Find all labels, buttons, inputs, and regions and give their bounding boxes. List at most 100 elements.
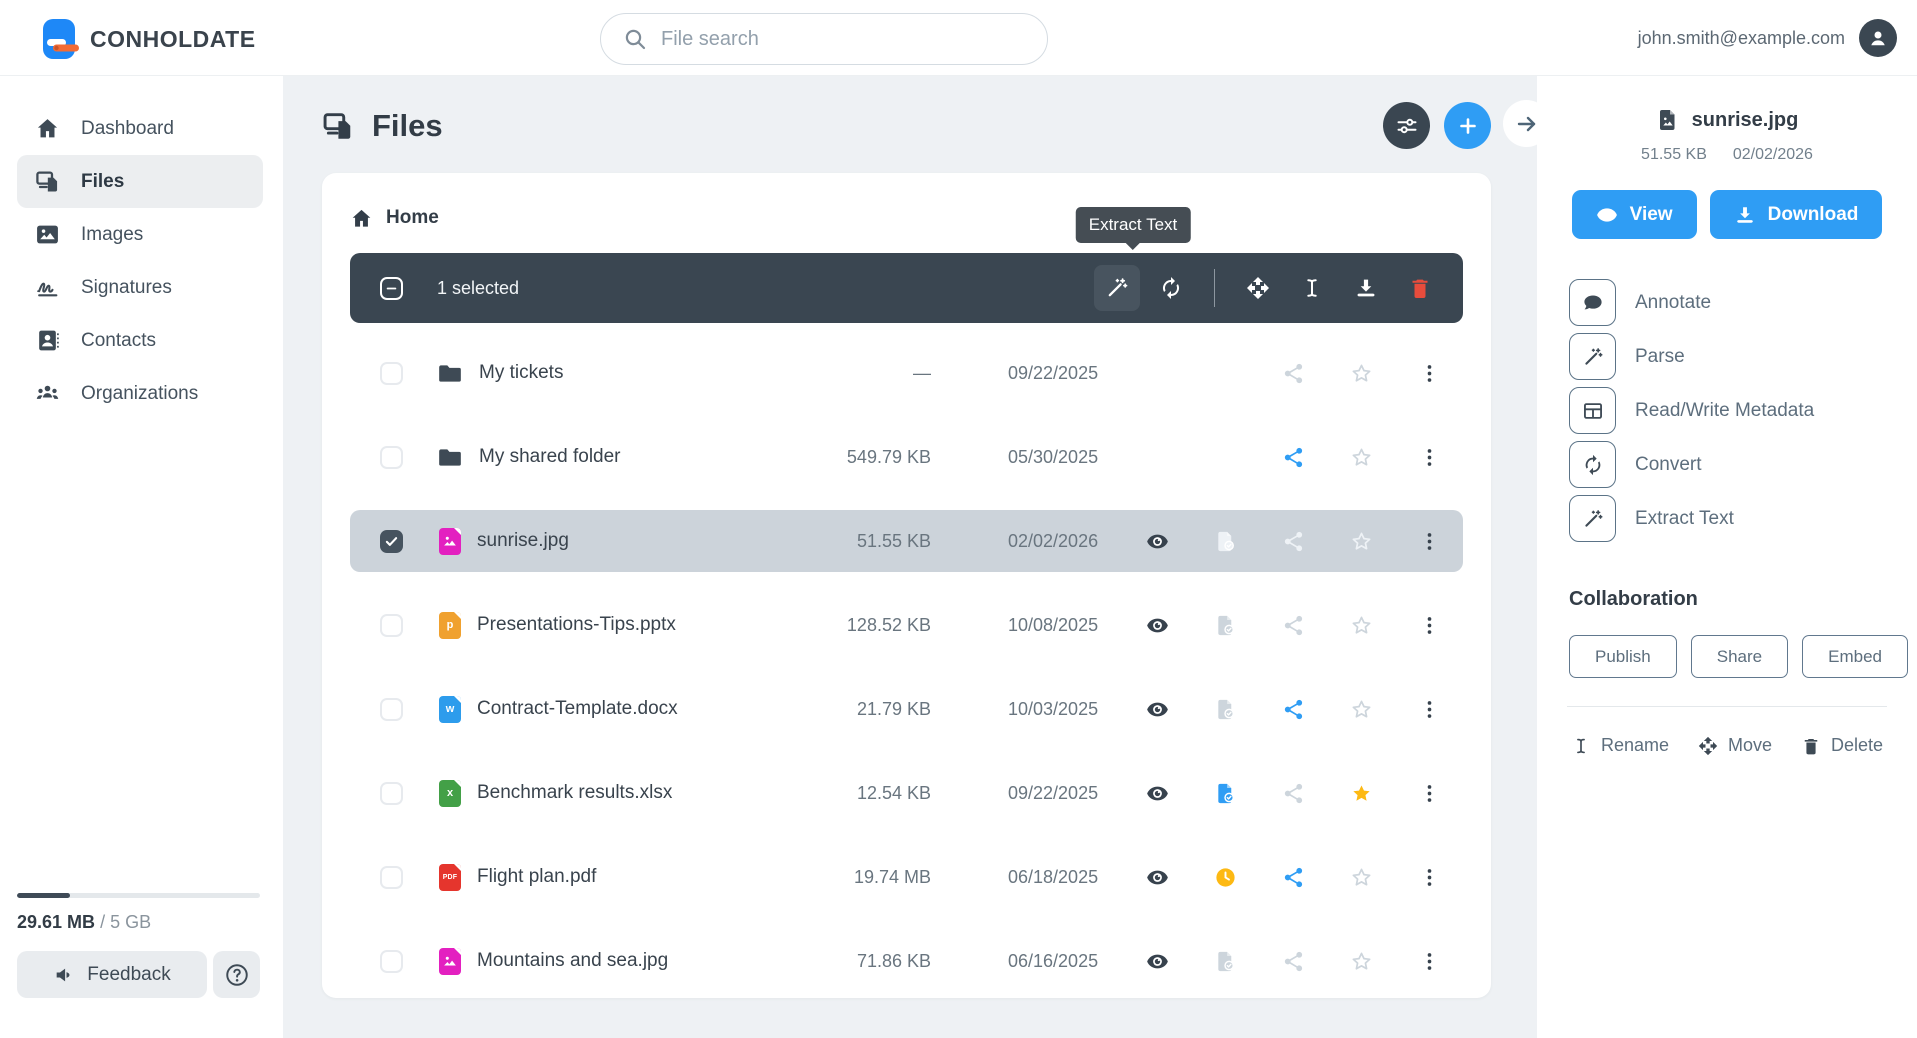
slot-eye [1123, 678, 1191, 740]
sidebar-item-organizations[interactable]: Organizations [17, 367, 263, 420]
share-icon[interactable] [1282, 782, 1305, 805]
share-button[interactable]: Share [1691, 635, 1788, 678]
feedback-button[interactable]: Feedback [17, 951, 207, 998]
file-row[interactable]: PDFFlight plan.pdf19.74 MB06/18/2025 [350, 846, 1463, 908]
eye-icon[interactable] [1146, 950, 1169, 973]
move-button[interactable] [1235, 265, 1281, 311]
avatar[interactable] [1859, 19, 1897, 57]
panel-action-read-write-metadata[interactable]: Read/Write Metadata [1569, 387, 1885, 434]
panel-action-annotate[interactable]: Annotate [1569, 279, 1885, 326]
sidebar-item-signatures[interactable]: Signatures [17, 261, 263, 314]
kebab-icon[interactable] [1418, 866, 1441, 889]
share-icon[interactable] [1282, 362, 1305, 385]
brand-logo[interactable]: CONHOLDATE [42, 18, 256, 60]
row-checkbox[interactable] [380, 866, 403, 889]
sidebar-item-contacts[interactable]: Contacts [17, 314, 263, 367]
file-check-icon[interactable] [1214, 950, 1237, 973]
panel-action-button[interactable] [1569, 495, 1616, 542]
sidebar-item-label: Dashboard [81, 118, 174, 140]
kebab-icon[interactable] [1418, 782, 1441, 805]
file-row[interactable]: wContract-Template.docx21.79 KB10/03/202… [350, 678, 1463, 740]
row-actions [1123, 930, 1463, 992]
kebab-icon[interactable] [1418, 614, 1441, 637]
panel-action-button[interactable] [1569, 279, 1616, 326]
row-checkbox[interactable] [380, 614, 403, 637]
kebab-icon[interactable] [1418, 530, 1441, 553]
view-button[interactable]: View [1572, 190, 1697, 239]
file-row[interactable]: My tickets—09/22/2025 [350, 342, 1463, 404]
convert-button[interactable] [1148, 265, 1194, 311]
file-check-icon[interactable] [1214, 782, 1237, 805]
file-row[interactable]: Mountains and sea.jpg71.86 KB06/16/2025 [350, 930, 1463, 992]
extract-text-button[interactable] [1094, 265, 1140, 311]
delete-button[interactable] [1397, 265, 1443, 311]
panel-action-extract-text[interactable]: Extract Text [1569, 495, 1885, 542]
share-icon[interactable] [1282, 866, 1305, 889]
eye-icon[interactable] [1146, 530, 1169, 553]
kebab-icon[interactable] [1418, 698, 1441, 721]
share-icon[interactable] [1282, 698, 1305, 721]
file-check-icon[interactable] [1214, 698, 1237, 721]
select-all-checkbox[interactable] [380, 277, 403, 300]
view-options-button[interactable] [1383, 102, 1430, 149]
help-button[interactable] [213, 951, 260, 998]
file-row[interactable]: xBenchmark results.xlsx12.54 KB09/22/202… [350, 762, 1463, 824]
kebab-icon[interactable] [1418, 362, 1441, 385]
row-actions [1123, 846, 1463, 908]
move-action[interactable]: Move [1698, 735, 1772, 756]
eye-icon[interactable] [1146, 614, 1169, 637]
share-icon[interactable] [1282, 614, 1305, 637]
search-input[interactable] [661, 28, 999, 51]
panel-action-button[interactable] [1569, 387, 1616, 434]
collapse-panel-button[interactable] [1503, 100, 1550, 147]
file-check-icon[interactable] [1214, 614, 1237, 637]
panel-action-parse[interactable]: Parse [1569, 333, 1885, 380]
download-file-button[interactable]: Download [1710, 190, 1883, 239]
rename-action[interactable]: Rename [1571, 735, 1669, 756]
star-icon[interactable] [1350, 866, 1373, 889]
breadcrumb[interactable]: Home [350, 201, 1463, 235]
row-checkbox[interactable] [380, 362, 403, 385]
star-icon[interactable] [1350, 530, 1373, 553]
sidebar-item-dashboard[interactable]: Dashboard [17, 102, 263, 155]
sidebar-item-files[interactable]: Files [17, 155, 263, 208]
row-checkbox[interactable] [380, 446, 403, 469]
share-icon[interactable] [1282, 446, 1305, 469]
rename-button[interactable] [1289, 265, 1335, 311]
file-row[interactable]: pPresentations-Tips.pptx128.52 KB10/08/2… [350, 594, 1463, 656]
file-size: 12.54 KB [811, 783, 931, 804]
file-row[interactable]: My shared folder549.79 KB05/30/2025 [350, 426, 1463, 488]
publish-button[interactable]: Publish [1569, 635, 1677, 678]
file-date: 09/22/2025 [1008, 783, 1118, 804]
file-row[interactable]: sunrise.jpg51.55 KB02/02/2026 [350, 510, 1463, 572]
embed-button[interactable]: Embed [1802, 635, 1908, 678]
share-icon[interactable] [1282, 950, 1305, 973]
star-icon[interactable] [1350, 362, 1373, 385]
kebab-icon[interactable] [1418, 446, 1441, 469]
star-icon[interactable] [1350, 614, 1373, 637]
star-icon[interactable] [1350, 446, 1373, 469]
eye-icon[interactable] [1146, 866, 1169, 889]
row-checkbox[interactable] [380, 950, 403, 973]
kebab-icon[interactable] [1418, 950, 1441, 973]
sidebar-item-images[interactable]: Images [17, 208, 263, 261]
star-filled-icon[interactable] [1350, 782, 1373, 805]
star-icon[interactable] [1350, 950, 1373, 973]
file-check-icon[interactable] [1214, 530, 1237, 553]
star-icon[interactable] [1350, 698, 1373, 721]
row-checkbox[interactable] [380, 782, 403, 805]
add-file-button[interactable] [1444, 102, 1491, 149]
panel-action-button[interactable] [1569, 441, 1616, 488]
row-checkbox[interactable] [380, 530, 403, 553]
storage-used: 29.61 MB [17, 912, 95, 932]
delete-action[interactable]: Delete [1801, 735, 1883, 756]
download-button[interactable] [1343, 265, 1389, 311]
panel-action-convert[interactable]: Convert [1569, 441, 1885, 488]
share-icon[interactable] [1282, 530, 1305, 553]
organizations-icon [35, 381, 60, 406]
row-checkbox[interactable] [380, 698, 403, 721]
search-filter-icon[interactable] [999, 26, 1025, 52]
panel-action-button[interactable] [1569, 333, 1616, 380]
eye-icon[interactable] [1146, 782, 1169, 805]
eye-icon[interactable] [1146, 698, 1169, 721]
